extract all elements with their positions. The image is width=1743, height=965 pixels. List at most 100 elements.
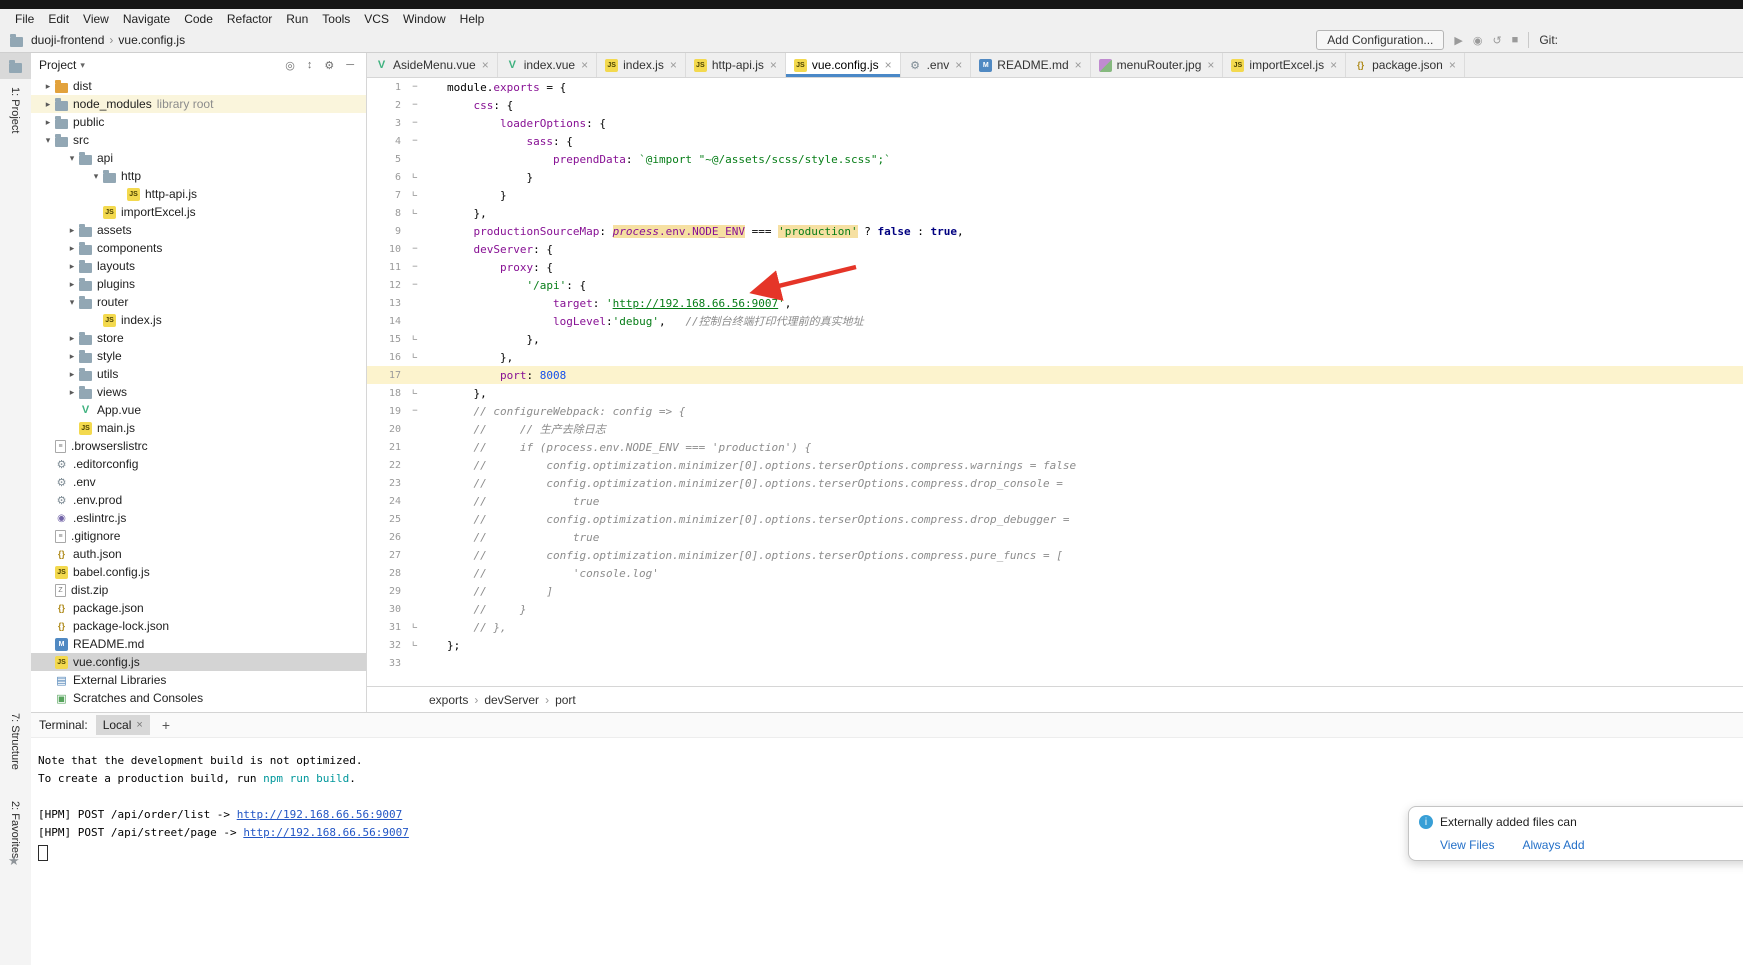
code-line-27[interactable]: 27 // config.optimization.minimizer[0].o… <box>367 546 1743 564</box>
tab-index.vue[interactable]: Vindex.vue× <box>498 53 597 77</box>
code-text[interactable]: // config.optimization.minimizer[0].opti… <box>429 477 1063 490</box>
code-text[interactable]: devServer: { <box>429 243 553 256</box>
editor-breadcrumb-exports[interactable]: exports <box>429 693 468 707</box>
code-text[interactable]: proxy: { <box>429 261 553 274</box>
code-line-25[interactable]: 25 // config.optimization.minimizer[0].o… <box>367 510 1743 528</box>
always-add-link[interactable]: Always Add <box>1522 838 1584 852</box>
code-text[interactable]: // } <box>429 603 526 616</box>
project-panel-title[interactable]: Project <box>39 58 76 72</box>
tree-item-plugins[interactable]: ▸plugins <box>31 275 366 293</box>
tree-item-package-lock.json[interactable]: {}package-lock.json <box>31 617 366 635</box>
fold-collapse-icon[interactable]: − <box>401 118 429 128</box>
collapse-all-icon[interactable]: ↕ <box>303 59 317 71</box>
fold-end-icon[interactable]: ∟ <box>401 190 429 200</box>
fold-collapse-icon[interactable]: − <box>401 280 429 290</box>
code-text[interactable]: logLevel:'debug', //控制台终端打印代理前的真实地址 <box>429 313 864 329</box>
code-text[interactable]: }, <box>429 387 487 400</box>
tree-item-.gitignore[interactable]: ≡.gitignore <box>31 527 366 545</box>
code-text[interactable]: }, <box>429 351 513 364</box>
chevron-down-icon[interactable]: ▾ <box>65 297 79 308</box>
chevron-right-icon[interactable]: ▸ <box>41 81 55 92</box>
menu-view[interactable]: View <box>76 12 116 26</box>
tree-item-.eslintrc.js[interactable]: ◉.eslintrc.js <box>31 509 366 527</box>
close-tab-icon[interactable]: × <box>670 58 677 72</box>
close-tab-icon[interactable]: × <box>885 58 892 72</box>
fold-end-icon[interactable]: ∟ <box>401 622 429 632</box>
code-line-12[interactable]: 12− '/api': { <box>367 276 1743 294</box>
fold-end-icon[interactable]: ∟ <box>401 334 429 344</box>
tree-item-assets[interactable]: ▸assets <box>31 221 366 239</box>
close-terminal-tab-icon[interactable]: × <box>136 719 142 731</box>
chevron-right-icon[interactable]: ▸ <box>65 225 79 236</box>
chevron-right-icon[interactable]: ▸ <box>65 243 79 254</box>
fold-end-icon[interactable]: ∟ <box>401 640 429 650</box>
tree-item-components[interactable]: ▸components <box>31 239 366 257</box>
code-text[interactable]: // ] <box>429 585 553 598</box>
tree-item-src[interactable]: ▾src <box>31 131 366 149</box>
tree-item-External Libraries[interactable]: ▤External Libraries <box>31 671 366 689</box>
fold-end-icon[interactable]: ∟ <box>401 172 429 182</box>
code-line-6[interactable]: 6∟ } <box>367 168 1743 186</box>
tree-item-.env[interactable]: ⚙.env <box>31 473 366 491</box>
code-text[interactable]: // configureWebpack: config => { <box>429 405 685 418</box>
tree-item-importExcel.js[interactable]: JSimportExcel.js <box>31 203 366 221</box>
code-text[interactable]: }; <box>429 639 460 652</box>
code-line-15[interactable]: 15∟ }, <box>367 330 1743 348</box>
tab-package.json[interactable]: {}package.json× <box>1346 53 1465 77</box>
project-view-dropdown-icon[interactable]: ▾ <box>80 60 85 71</box>
locate-file-icon[interactable]: ◎ <box>281 59 299 72</box>
code-line-17[interactable]: 17 port: 8008 <box>367 366 1743 384</box>
tree-item-.editorconfig[interactable]: ⚙.editorconfig <box>31 455 366 473</box>
code-line-32[interactable]: 32∟}; <box>367 636 1743 654</box>
tree-item-auth.json[interactable]: {}auth.json <box>31 545 366 563</box>
menu-refactor[interactable]: Refactor <box>220 12 279 26</box>
code-text[interactable]: sass: { <box>429 135 573 148</box>
code-line-21[interactable]: 21 // if (process.env.NODE_ENV === 'prod… <box>367 438 1743 456</box>
code-text[interactable]: '/api': { <box>429 279 586 292</box>
code-line-3[interactable]: 3− loaderOptions: { <box>367 114 1743 132</box>
code-line-7[interactable]: 7∟ } <box>367 186 1743 204</box>
menu-navigate[interactable]: Navigate <box>116 12 177 26</box>
settings-gear-icon[interactable]: ⚙ <box>320 59 338 72</box>
code-text[interactable]: // 'console.log' <box>429 567 659 580</box>
tab-AsideMenu.vue[interactable]: VAsideMenu.vue× <box>367 53 498 77</box>
fold-collapse-icon[interactable]: − <box>401 262 429 272</box>
tab-.env[interactable]: ⚙.env× <box>901 53 972 77</box>
code-text[interactable]: module.exports = { <box>429 81 566 94</box>
code-line-24[interactable]: 24 // true <box>367 492 1743 510</box>
tree-item-.env.prod[interactable]: ⚙.env.prod <box>31 491 366 509</box>
code-text[interactable]: target: 'http://192.168.66.56:9007', <box>429 297 791 310</box>
tree-item-public[interactable]: ▸public <box>31 113 366 131</box>
code-text[interactable]: // config.optimization.minimizer[0].opti… <box>429 459 1076 472</box>
code-text[interactable]: // if (process.env.NODE_ENV === 'product… <box>429 441 811 454</box>
chevron-right-icon[interactable]: ▸ <box>65 369 79 380</box>
tree-item-api[interactable]: ▾api <box>31 149 366 167</box>
code-line-14[interactable]: 14 logLevel:'debug', //控制台终端打印代理前的真实地址 <box>367 312 1743 330</box>
code-line-31[interactable]: 31∟ // }, <box>367 618 1743 636</box>
tool-stripe-structure-label[interactable]: 7: Structure <box>9 713 21 770</box>
code-text[interactable]: loaderOptions: { <box>429 117 606 130</box>
code-line-26[interactable]: 26 // true <box>367 528 1743 546</box>
tree-item-router[interactable]: ▾router <box>31 293 366 311</box>
code-line-10[interactable]: 10− devServer: { <box>367 240 1743 258</box>
code-text[interactable]: productionSourceMap: process.env.NODE_EN… <box>429 225 964 238</box>
tab-README.md[interactable]: MREADME.md× <box>971 53 1090 77</box>
code-line-18[interactable]: 18∟ }, <box>367 384 1743 402</box>
chevron-right-icon[interactable]: ▸ <box>65 387 79 398</box>
menu-run[interactable]: Run <box>279 12 315 26</box>
chevron-right-icon[interactable]: ▸ <box>65 351 79 362</box>
code-line-20[interactable]: 20 // // 生产去除日志 <box>367 420 1743 438</box>
code-text[interactable]: // config.optimization.minimizer[0].opti… <box>429 513 1070 526</box>
tree-item-http-api.js[interactable]: JShttp-api.js <box>31 185 366 203</box>
chevron-down-icon[interactable]: ▾ <box>41 135 55 146</box>
terminal-link[interactable]: http://192.168.66.56:9007 <box>243 826 409 839</box>
tool-stripe-favorites-label[interactable]: 2: Favorites <box>9 801 21 858</box>
tree-item-views[interactable]: ▸views <box>31 383 366 401</box>
code-line-30[interactable]: 30 // } <box>367 600 1743 618</box>
code-line-2[interactable]: 2− css: { <box>367 96 1743 114</box>
tab-vue.config.js[interactable]: JSvue.config.js× <box>786 53 901 77</box>
tree-item-style[interactable]: ▸style <box>31 347 366 365</box>
menu-help[interactable]: Help <box>453 12 492 26</box>
terminal-link[interactable]: http://192.168.66.56:9007 <box>237 808 403 821</box>
code-text[interactable]: // config.optimization.minimizer[0].opti… <box>429 549 1063 562</box>
